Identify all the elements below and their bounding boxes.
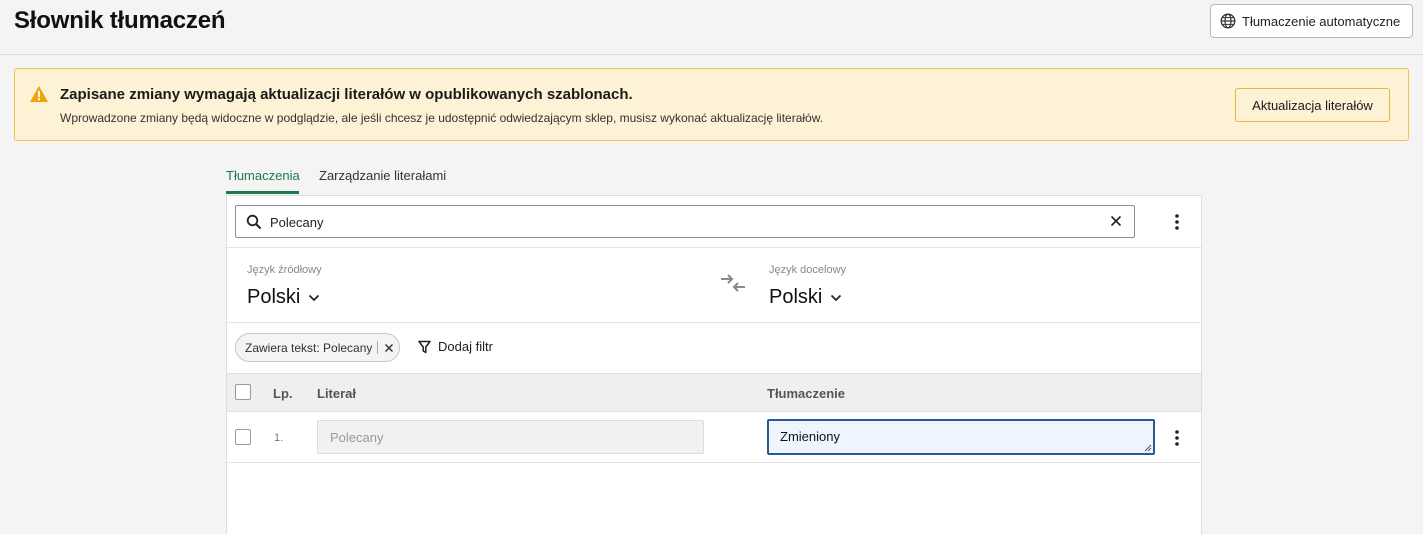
chevron-down-icon [309,294,320,301]
page-title: Słownik tłumaczeń [14,7,226,34]
row-more-options-icon[interactable] [1167,428,1187,448]
translation-value: Zmieniony [780,429,840,444]
search-box [235,205,1135,238]
source-language-value: Polski [247,286,301,308]
chip-divider [377,341,379,354]
tab-literal-management[interactable]: Zarządzanie literałami [319,160,446,194]
column-header-translation: Tłumaczenie [767,386,846,401]
filter-chip-label: Zawiera tekst: Polecany [245,340,373,355]
search-icon [246,214,262,230]
translation-textarea[interactable]: Zmieniony [767,419,1155,455]
auto-translate-label: Tłumaczenie automatyczne [1242,13,1401,29]
update-alert: Zapisane zmiany wymagają aktualizacji li… [14,68,1409,141]
search-input[interactable] [270,212,1090,232]
table-row: 1. Polecany Zmieniony [227,412,1201,463]
update-literals-button[interactable]: Aktualizacja literałów [1235,88,1390,122]
resize-handle-icon[interactable] [1144,444,1152,452]
literal-field: Polecany [317,420,704,454]
target-language-select[interactable]: Polski [769,286,842,309]
target-language-label: Język docelowy [769,264,847,276]
swap-languages-icon[interactable] [719,271,747,295]
alert-description: Wprowadzone zmiany będą widoczne w podgl… [60,111,824,125]
clear-search-icon[interactable] [1110,215,1122,227]
add-filter-button[interactable]: Dodaj filtr [418,339,493,354]
row-number: 1. [274,432,284,444]
translations-panel: Język źródłowy Polski Język docelowy Pol… [226,195,1202,534]
more-options-icon[interactable] [1167,212,1187,232]
auto-translate-button[interactable]: Tłumaczenie automatyczne [1210,4,1413,38]
divider [227,322,1201,323]
add-filter-label: Dodaj filtr [438,339,493,354]
divider [227,247,1201,248]
target-language-value: Polski [769,286,823,308]
filter-chip[interactable]: Zawiera tekst: Polecany [235,333,400,362]
column-header-lp: Lp. [273,386,293,401]
chevron-down-icon [831,294,842,301]
table-header: Lp. Literał Tłumaczenie [227,373,1201,412]
tab-translations[interactable]: Tłumaczenia [226,160,300,194]
warning-icon [30,86,48,102]
globe-icon [1220,13,1236,29]
source-language-select[interactable]: Polski [247,286,320,309]
source-language-label: Język źródłowy [247,264,322,276]
page-header: Słownik tłumaczeń Tłumaczenie automatycz… [0,0,1423,55]
filter-icon [418,340,431,353]
select-all-checkbox[interactable] [235,384,251,400]
remove-filter-icon[interactable] [384,343,394,353]
column-header-literal: Literał [317,386,357,401]
alert-title: Zapisane zmiany wymagają aktualizacji li… [60,86,633,103]
row-checkbox[interactable] [235,429,251,445]
